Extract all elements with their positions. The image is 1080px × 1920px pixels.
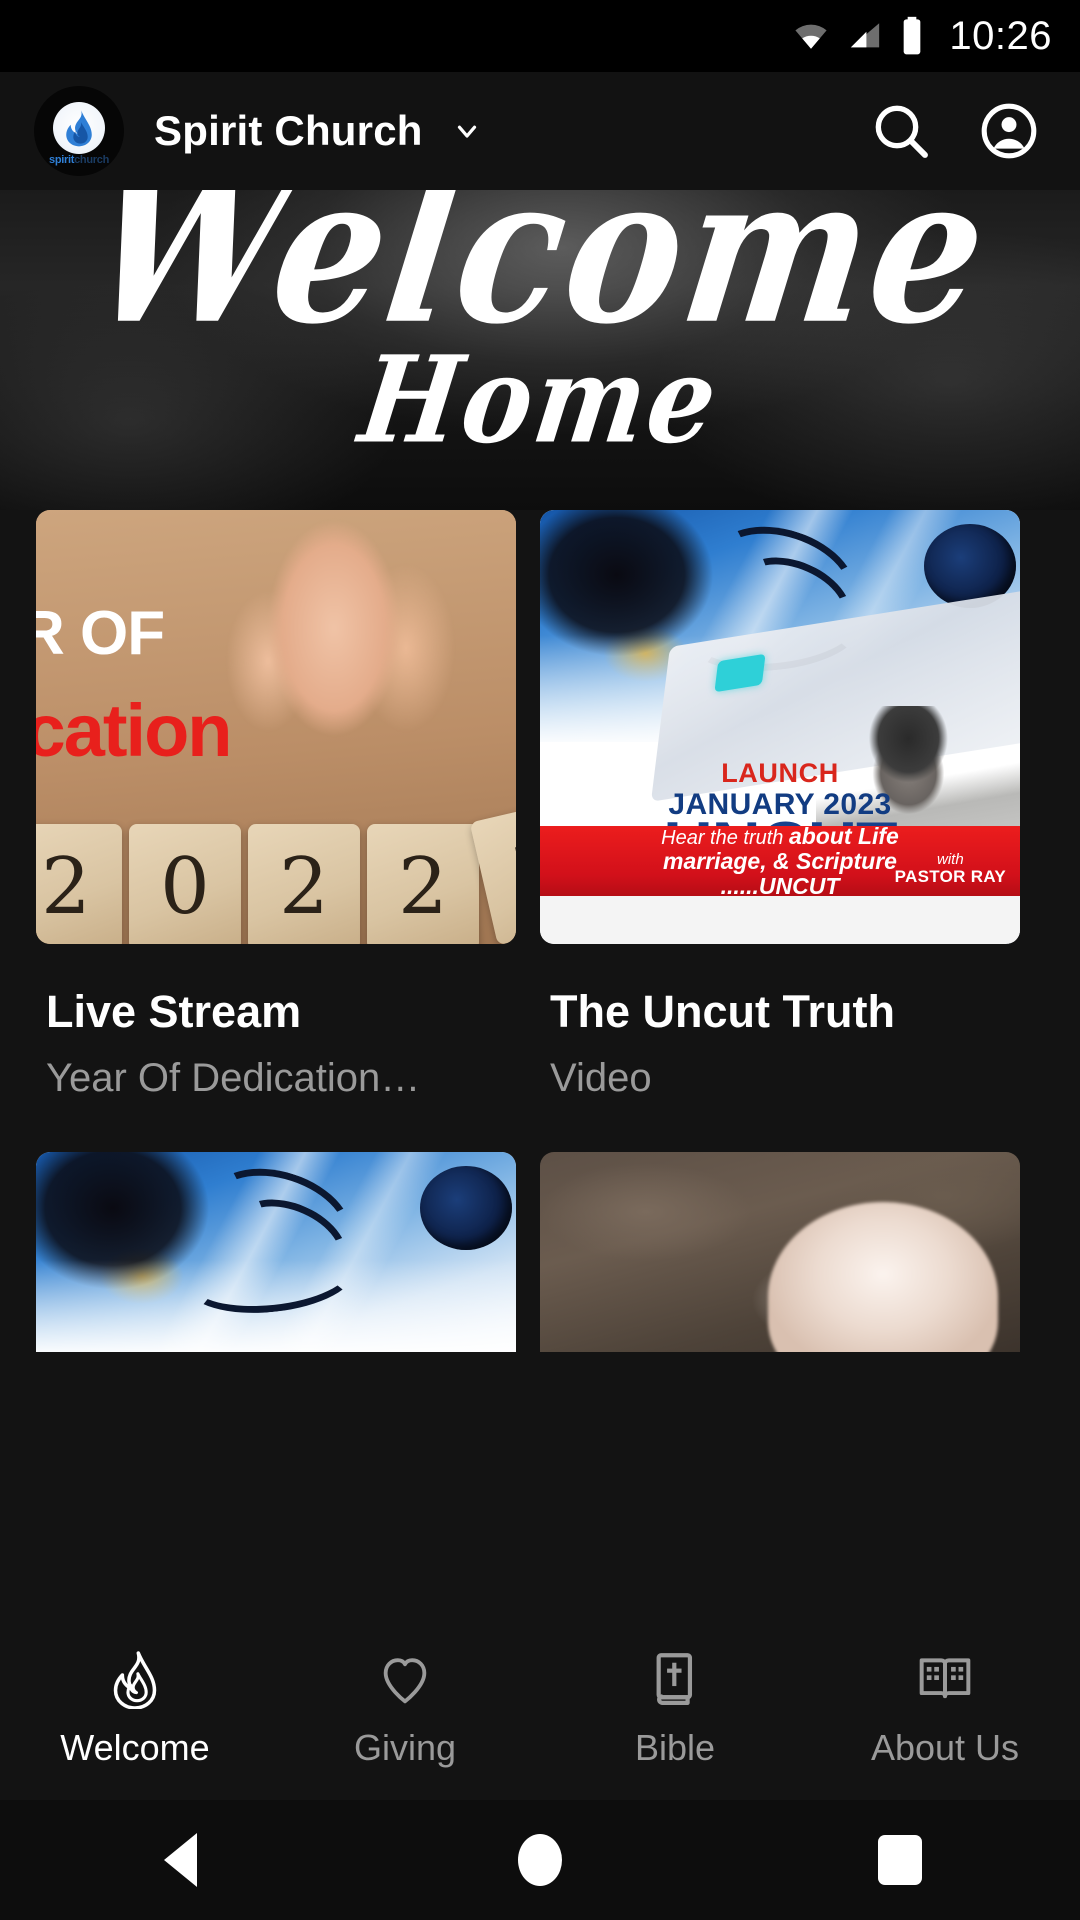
home-circle-icon[interactable]: [360, 1834, 720, 1886]
card-grid-row-1: R OF ication 2 0 2 2 3 Live Stream Year …: [0, 510, 1080, 1101]
bible-book-icon: [651, 1651, 699, 1709]
app-title: Spirit Church: [154, 107, 423, 154]
artwork-tagline-line-2: marriage, & Scripture: [663, 848, 897, 875]
hand-photo-element: [190, 510, 490, 826]
artwork-host-with: with: [936, 851, 964, 869]
card-thumbnail-row2-soil[interactable]: [540, 1152, 1020, 1352]
artwork-text-white: R OF: [36, 599, 165, 668]
flame-logo-mark: [53, 102, 105, 154]
church-logo[interactable]: spiritchurch: [34, 86, 124, 176]
content-card[interactable]: R OF ication 2 0 2 2 3 Live Stream Year …: [36, 510, 516, 1101]
year-blocks: 2 0 2 2 3: [36, 797, 516, 944]
status-bar-time: 10:26: [949, 13, 1052, 58]
bottom-navigation-bar: Welcome Giving Bible About Us: [0, 1620, 1080, 1800]
chevron-down-icon[interactable]: [445, 116, 489, 146]
card-thumbnail-live-stream[interactable]: R OF ication 2 0 2 2 3: [36, 510, 516, 944]
card-grid-row-2: [0, 1152, 1080, 1352]
podcast-artwork: LAUNCH JANUARY 2023 UNCUT TRUTH PODCAST …: [540, 510, 1020, 944]
hero-line-1: Welcome: [76, 190, 1004, 370]
year-block: 2: [36, 824, 122, 944]
artwork-bottom-band: [540, 894, 1020, 944]
hero-banner[interactable]: Welcome Home: [0, 190, 1080, 510]
artwork-tagline-line-1: Hear the truth about Life: [661, 823, 899, 850]
headphones-icon: [420, 1166, 512, 1250]
card-title: Live Stream: [46, 986, 302, 1037]
nav-label-about-us: About Us: [870, 1727, 1020, 1768]
hero-line-2: Home: [352, 328, 728, 471]
year-block: 2: [367, 824, 479, 944]
nav-label-giving: Giving: [353, 1727, 457, 1768]
artwork-launch-label: LAUNCH: [721, 758, 839, 788]
status-bar: 10:26: [0, 0, 1080, 72]
nav-item-about-us[interactable]: About Us: [810, 1651, 1080, 1769]
flame-icon: [109, 1651, 161, 1709]
cellular-signal-icon: [845, 19, 885, 53]
year-block: 2: [248, 824, 360, 944]
search-icon[interactable]: [864, 94, 938, 168]
app-bar: spiritchurch Spirit Church: [0, 72, 1080, 190]
card-thumbnail-uncut-truth[interactable]: LAUNCH JANUARY 2023 UNCUT TRUTH PODCAST …: [540, 510, 1020, 944]
artwork-host-credit: with PASTOR RAY: [895, 852, 1006, 886]
android-system-nav: [0, 1800, 1080, 1920]
open-book-icon: [917, 1651, 973, 1709]
artwork-host-name: PASTOR RAY: [894, 867, 1006, 887]
artwork-tagline-line-3: ......UNCUT: [720, 872, 840, 899]
nav-item-welcome[interactable]: Welcome: [0, 1651, 270, 1769]
nav-label-bible: Bible: [634, 1727, 716, 1768]
nav-label-welcome: Welcome: [60, 1727, 210, 1768]
card-thumbnail-row2-podcast[interactable]: [36, 1152, 516, 1352]
back-triangle-icon[interactable]: [0, 1833, 360, 1887]
account-circle-icon[interactable]: [972, 94, 1046, 168]
nav-item-bible[interactable]: Bible: [540, 1651, 810, 1769]
wifi-icon: [791, 19, 831, 53]
content-card[interactable]: LAUNCH JANUARY 2023 UNCUT TRUTH PODCAST …: [540, 510, 1020, 1101]
nav-item-giving[interactable]: Giving: [270, 1651, 540, 1769]
podcast-artwork-small: [36, 1152, 516, 1352]
battery-icon: [899, 16, 925, 56]
card-title: The Uncut Truth: [550, 986, 895, 1037]
heart-icon: [378, 1651, 432, 1709]
app-screen: 10:26 spiritchurch Spirit Church Welcome…: [0, 0, 1080, 1920]
card-subtitle: Video: [550, 1056, 652, 1100]
recents-square-icon[interactable]: [720, 1835, 1080, 1885]
year-block: 0: [129, 824, 241, 944]
logo-wordmark: spiritchurch: [49, 154, 109, 166]
card-subtitle: Year Of Dedication…: [46, 1056, 421, 1100]
